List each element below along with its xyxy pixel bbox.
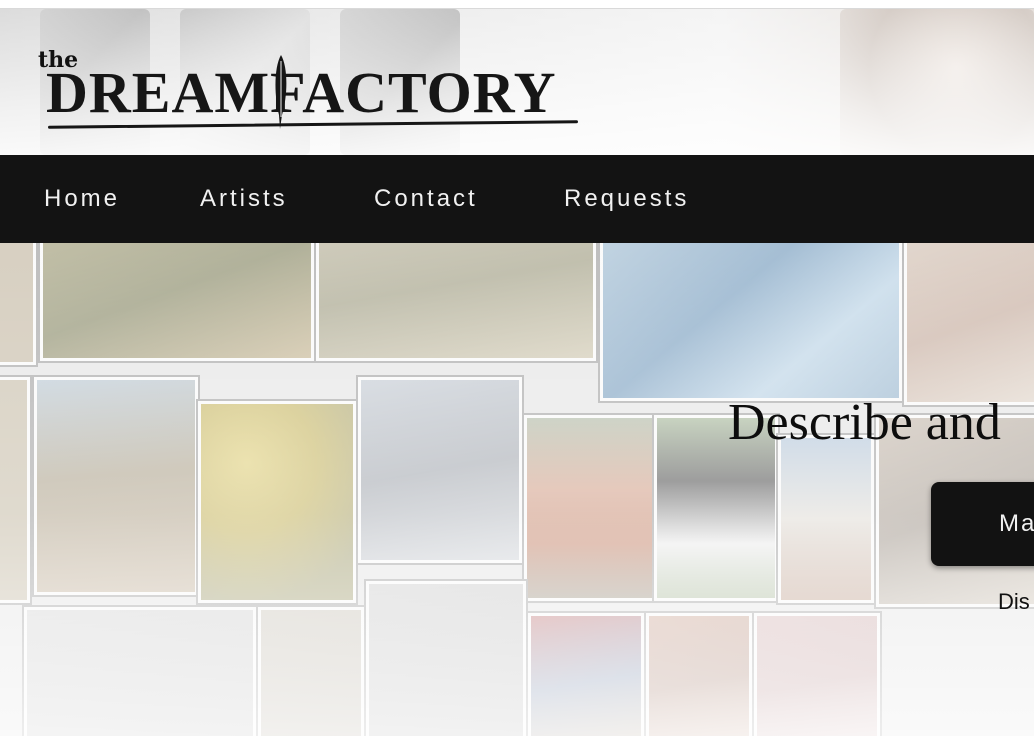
nav-item-requests[interactable]: Requests [564,185,689,213]
site-header: the DREAMFACTORY [0,9,1034,155]
main-navigation: Home Artists Contact Requests [0,155,1034,243]
logo-wordmark: DREAMFACTORY [46,60,557,125]
nav-item-contact[interactable]: Contact [374,185,478,213]
hero-subtext: Dis [998,589,1030,614]
hero-section: Describe and Ma Dis [0,243,1034,736]
site-logo[interactable]: the DREAMFACTORY [36,47,596,137]
hero-fade-overlay [0,243,1034,736]
page: the DREAMFACTORY Home Artists Contact Re… [0,0,1034,736]
hero-heading: Describe and [728,394,1001,451]
browser-top-edge [0,0,1034,9]
hero-cta-label: Ma [999,510,1034,537]
nav-item-home[interactable]: Home [44,185,120,213]
quill-icon [275,55,287,129]
nav-item-artists[interactable]: Artists [200,185,288,213]
hero-cta-button[interactable]: Ma [931,482,1034,566]
